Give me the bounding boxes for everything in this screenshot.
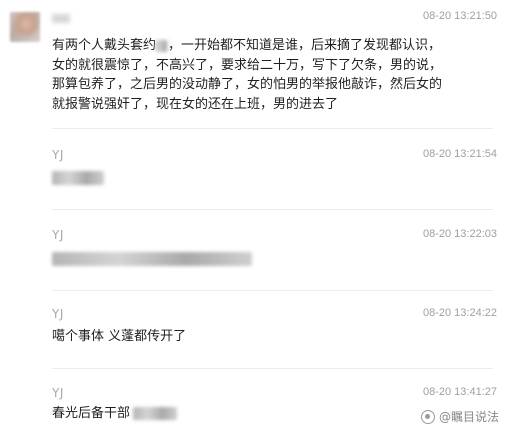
avatar xyxy=(10,12,40,42)
message-text xyxy=(52,249,447,269)
message-item: YJ 08-20 13:22:03 xyxy=(0,224,507,284)
message-item: 08-20 13:21:50 有两个人戴头套约 ，一开始都不知道是谁，后来摘了发现… xyxy=(0,6,507,128)
chat-log: 08-20 13:21:50 有两个人戴头套约 ，一开始都不知道是谁，后来摘了发现… xyxy=(0,0,507,435)
sender-name: YJ xyxy=(52,307,64,321)
redacted-text xyxy=(133,407,178,420)
message-item: YJ 08-20 13:21:54 xyxy=(0,144,507,204)
divider xyxy=(52,290,493,291)
message-text: 有两个人戴头套约 ，一开始都不知道是谁，后来摘了发现都认识，女的就很震惊了，不高兴… xyxy=(52,36,447,114)
message-timestamp: 08-20 13:21:50 xyxy=(422,10,497,22)
watermark-text: @瞩目说法 xyxy=(438,410,499,424)
message-text xyxy=(52,168,447,188)
message-timestamp: 08-20 13:24:22 xyxy=(422,307,497,319)
message-text-part: 有两个人戴头套约 xyxy=(52,38,157,53)
divider xyxy=(52,368,493,369)
redacted-text xyxy=(52,251,252,266)
watermark-logo-icon xyxy=(420,409,435,424)
message-timestamp: 08-20 13:21:54 xyxy=(422,148,497,160)
divider xyxy=(52,128,493,129)
watermark: @瞩目说法 xyxy=(420,408,499,425)
redacted-text xyxy=(52,170,104,185)
message-timestamp: 08-20 13:22:03 xyxy=(422,228,497,240)
redacted-text xyxy=(156,39,169,52)
message-text: 噶个事体 义蓬都传开了 xyxy=(52,329,187,344)
message-item: YJ 08-20 13:24:22 噶个事体 义蓬都传开了 xyxy=(0,303,507,363)
message-text: 春光后备干部 xyxy=(52,404,447,424)
sender-name-redacted xyxy=(52,14,70,23)
sender-name: YJ xyxy=(52,148,64,162)
message-timestamp: 08-20 13:41:27 xyxy=(422,386,497,398)
message-text-part: 春光后备干部 xyxy=(52,406,131,421)
sender-name: YJ xyxy=(52,386,64,400)
divider xyxy=(52,209,493,210)
sender-name: YJ xyxy=(52,228,64,242)
